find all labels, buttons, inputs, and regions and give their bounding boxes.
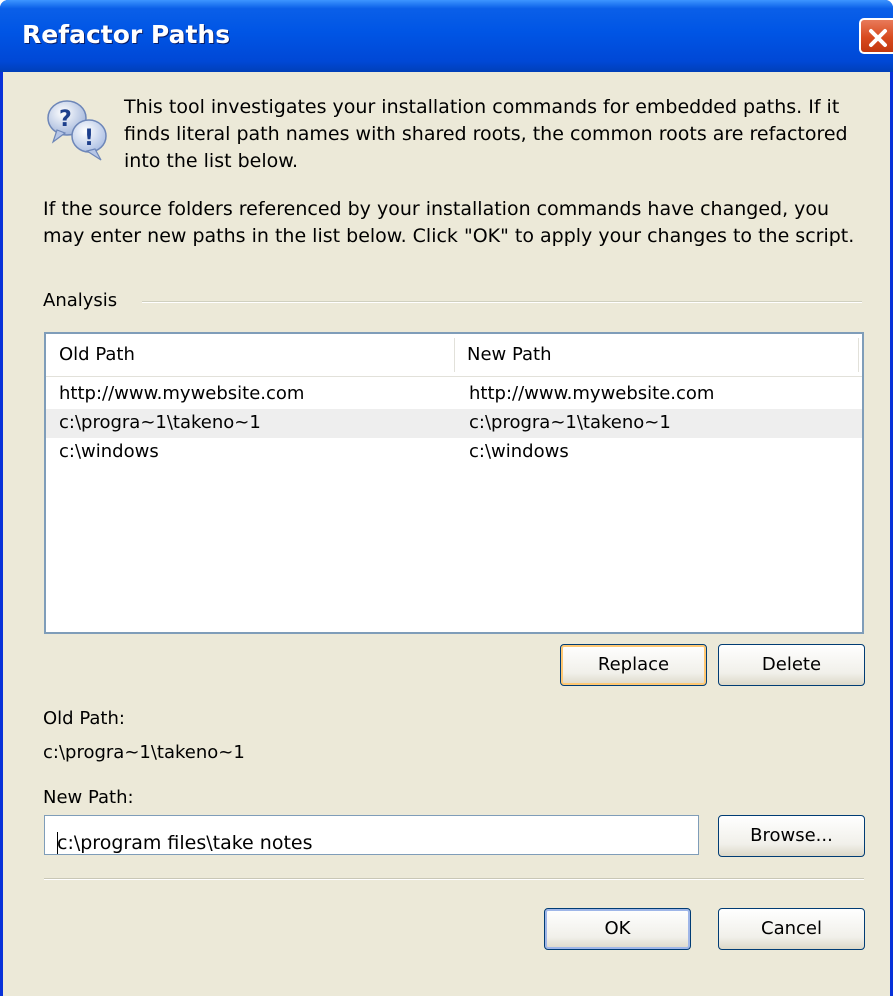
browse-button-label: Browse...: [750, 825, 833, 847]
ok-button[interactable]: OK: [544, 908, 691, 950]
old-path-label: Old Path:: [43, 708, 125, 729]
help-question-icon: ? !: [47, 100, 107, 161]
new-path-cell: c:\windows: [469, 441, 569, 462]
column-divider[interactable]: [454, 338, 455, 372]
close-icon: [869, 29, 887, 47]
dialog-body: ? ! This tool investigates your installa…: [3, 72, 890, 996]
delete-button[interactable]: Delete: [718, 644, 865, 686]
text-caret: [57, 832, 58, 854]
close-button[interactable]: [859, 18, 893, 54]
analysis-group-divider: [142, 301, 862, 303]
new-path-input-value: c:\program files\take notes: [57, 832, 313, 854]
old-path-cell: http://www.mywebsite.com: [59, 383, 305, 404]
analysis-group-label: Analysis: [43, 290, 118, 311]
svg-text:?: ?: [59, 107, 72, 132]
window-title: Refactor Paths: [22, 20, 231, 49]
list-row[interactable]: http://www.mywebsite.com http://www.mywe…: [46, 380, 862, 409]
old-path-cell: c:\windows: [59, 441, 159, 462]
cancel-button[interactable]: Cancel: [718, 908, 865, 950]
list-row[interactable]: c:\windows c:\windows: [46, 438, 862, 467]
list-header: Old Path New Path: [46, 334, 862, 377]
column-header-new-path[interactable]: New Path: [467, 344, 552, 365]
instructions-text: If the source folders referenced by your…: [43, 198, 855, 247]
list-row-selected[interactable]: c:\progra~1\takeno~1 c:\progra~1\takeno~…: [46, 409, 862, 438]
analysis-list[interactable]: Old Path New Path http://www.mywebsite.c…: [44, 332, 864, 634]
column-header-old-path[interactable]: Old Path: [59, 344, 135, 365]
intro-text: This tool investigates your installation…: [124, 96, 848, 172]
replace-button-label: Replace: [597, 654, 670, 676]
new-path-cell: c:\progra~1\takeno~1: [469, 412, 671, 433]
old-path-value: c:\progra~1\takeno~1: [43, 742, 245, 763]
refactor-paths-window: Refactor Paths ? ! This tool investigate…: [0, 0, 893, 996]
replace-button[interactable]: Replace: [560, 644, 707, 686]
bottom-divider: [44, 878, 864, 880]
delete-button-label: Delete: [761, 654, 822, 676]
new-path-input[interactable]: c:\program files\take notes: [44, 815, 699, 855]
ok-button-label: OK: [604, 918, 631, 940]
old-path-cell: c:\progra~1\takeno~1: [59, 412, 261, 433]
column-divider[interactable]: [858, 338, 859, 372]
browse-button[interactable]: Browse...: [718, 815, 865, 857]
title-bar[interactable]: Refactor Paths: [0, 0, 893, 72]
cancel-button-label: Cancel: [761, 918, 822, 940]
new-path-cell: http://www.mywebsite.com: [469, 383, 715, 404]
new-path-label: New Path:: [43, 787, 134, 808]
svg-text:!: !: [84, 126, 94, 151]
